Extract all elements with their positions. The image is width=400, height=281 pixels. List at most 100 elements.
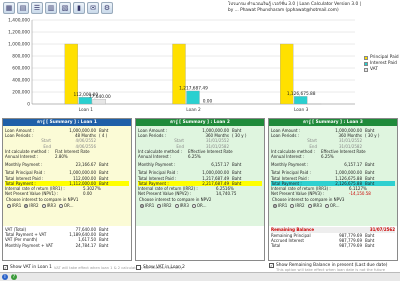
radio-irr2[interactable]: IRR2 xyxy=(157,202,172,209)
radio-irr1[interactable]: IRR1 xyxy=(7,203,21,209)
monthly-payment: 6,157.17 xyxy=(344,162,362,168)
radio-irr3[interactable]: IRR3 xyxy=(307,202,322,209)
checkbox-checked[interactable]: ✓ xyxy=(3,265,8,270)
y-tick-label: 0 xyxy=(27,102,30,108)
option-label: Show VAT in Loan 1 xyxy=(10,265,52,270)
unit: Baht xyxy=(99,180,109,186)
calculator-icon[interactable]: ▦ xyxy=(3,2,15,14)
label: Monthly Payment : xyxy=(138,162,176,168)
periods-years: ( 30 y ) xyxy=(365,133,380,139)
x-tick-label: Loan 1 xyxy=(79,107,94,113)
radio-label: OR... xyxy=(329,202,340,208)
annual-interest: 6.25% xyxy=(321,153,334,159)
unit: Baht xyxy=(99,162,109,168)
unit: Baht xyxy=(232,180,242,186)
y-tick-label: 400,000 xyxy=(12,78,30,84)
radio-label: IRR1 xyxy=(12,202,22,208)
app-title-line2: by ... Phawat Phunsharam (pphawat@hotmai… xyxy=(228,7,339,13)
loan-calculator-window: ▦ ▤ ☰ ▥ ▧ ▮ ✉ ⚙ โปรแกรม คำนวณเงินกู้ เวอ… xyxy=(0,0,400,281)
y-tick-label: 1,000,000 xyxy=(8,42,30,48)
panel-header: ตารู่ [ Summary ] : Loan 1 xyxy=(3,119,131,126)
list-icon[interactable]: ☰ xyxy=(31,2,43,14)
y-tick-label: 1,200,000 xyxy=(8,30,30,36)
spreadsheet-icon[interactable]: ▤ xyxy=(17,2,29,14)
radio-label: IRR2 xyxy=(295,202,305,208)
loan-3-summary-panel: ตารู่ [ Summary ] : Loan 3 Loan Amount :… xyxy=(268,118,398,261)
label: Monthly Payment + VAT xyxy=(5,242,54,248)
label: Annual Interest : xyxy=(5,153,39,159)
status-bar: i ? xyxy=(0,272,400,281)
label: Net Present Value (NPV2) : xyxy=(138,191,192,197)
unit: Baht xyxy=(365,243,375,249)
bar-vat xyxy=(92,99,106,105)
radio-label: IRR3 xyxy=(179,202,189,208)
radio-label: IRR1 xyxy=(145,202,155,208)
radio-label: IRR3 xyxy=(312,202,322,208)
app-title: โปรแกรม คำนวณเงินกู้ เวอร์ชั่น 3.0 | Loa… xyxy=(228,2,398,13)
chart-icon[interactable]: ▮ xyxy=(73,2,85,14)
table-icon[interactable]: ▥ xyxy=(45,2,57,14)
comparison-bar-chart: 0 200,000 400,000 600,000 800,000 1,000,000 1,… xyxy=(8,18,355,113)
unit: Baht xyxy=(99,242,109,248)
remaining-total: 987,779.69 xyxy=(339,243,362,249)
annual-interest: 2.80% xyxy=(55,153,68,159)
vat-section: VAT (Total) 77,640.00 Baht Total Payment +… xyxy=(3,226,131,249)
email-icon[interactable]: ✉ xyxy=(87,2,99,14)
label: Annual Interest : xyxy=(271,153,305,159)
label: Net Present Value (NPV1) : xyxy=(5,191,59,197)
y-tick-label: 800,000 xyxy=(12,54,30,60)
npv-radio-group: IRR1 IRR2 IRR3 OR... xyxy=(138,203,262,209)
data-label: 1,126,675.88 xyxy=(287,91,316,97)
npv-radio-group: IRR1 IRR2 IRR3 OR... xyxy=(5,203,129,209)
radio-irr3[interactable]: IRR3 xyxy=(174,202,189,209)
annual-interest: 6.25% xyxy=(188,153,201,159)
bar-interest-paid xyxy=(294,96,308,105)
panel-header: ตารู่ [ Summary ] : Loan 3 xyxy=(269,119,397,126)
npv-value: 14,740.75 xyxy=(216,191,237,197)
radio-label: IRR3 xyxy=(46,202,56,208)
y-tick-label: 200,000 xyxy=(12,90,30,96)
radio-or[interactable]: OR... xyxy=(58,203,74,209)
radio-irr2[interactable]: IRR2 xyxy=(24,202,39,209)
label: Total xyxy=(271,243,281,249)
settings-icon[interactable]: ⚙ xyxy=(101,2,113,14)
unit: Baht xyxy=(232,162,242,168)
label: Monthly Payment : xyxy=(5,162,43,168)
label: Monthly Payment : xyxy=(271,162,309,168)
help-icon[interactable]: ? xyxy=(11,274,17,280)
radio-label: OR... xyxy=(196,202,207,208)
legend-item-vat: VAT xyxy=(364,67,399,73)
show-vat-loan2-option[interactable]: Show VAT in Loan 2 xyxy=(136,264,185,271)
x-tick-label: Loan 2 xyxy=(186,107,201,113)
radio-label: IRR2 xyxy=(162,202,172,208)
label: Annual Interest : xyxy=(138,153,172,159)
bar-principal-paid xyxy=(172,43,186,105)
radio-or[interactable]: OR... xyxy=(324,202,340,209)
monthly-payment: 6,157.17 xyxy=(211,162,229,168)
x-tick-label: Loan 3 xyxy=(294,107,309,113)
remaining-balance-section: Remaining Balance 31/07/2562 Remaining Pr… xyxy=(269,226,397,250)
data-label: 0.00 xyxy=(203,99,213,105)
radio-label: IRR2 xyxy=(29,202,39,208)
legend-label: VAT xyxy=(370,67,378,72)
info-icon[interactable]: i xyxy=(2,274,8,280)
monthly-plus-vat: 24,784.17 xyxy=(75,242,96,248)
radio-or[interactable]: OR... xyxy=(191,202,207,209)
data-label: 1,217,687.49 xyxy=(179,85,208,91)
chart-legend: Principal Paid Interest Paid VAT xyxy=(364,55,399,73)
unit: Baht xyxy=(365,162,375,168)
y-tick-label: 600,000 xyxy=(12,66,30,72)
loan-1-summary-panel: ตารู่ [ Summary ] : Loan 1 Loan Amount :… xyxy=(2,118,132,261)
npv-radio-group: IRR1 IRR2 IRR3 OR... xyxy=(271,203,395,209)
npv-value: -14,150.58 xyxy=(349,191,371,197)
checkbox[interactable] xyxy=(136,265,141,270)
periods-years: ( 4 ) xyxy=(99,133,108,139)
loan-2-summary-panel: ตารู่ [ Summary ] : Loan 2 Loan Amount :… xyxy=(135,118,265,261)
unit: Baht xyxy=(365,180,375,186)
radio-irr3[interactable]: IRR3 xyxy=(41,202,56,209)
radio-irr1[interactable]: IRR1 xyxy=(140,203,154,209)
radio-irr2[interactable]: IRR2 xyxy=(290,202,305,209)
radio-irr1[interactable]: IRR1 xyxy=(273,203,287,209)
grid-icon[interactable]: ▧ xyxy=(59,2,71,14)
data-label: 77,640.00 xyxy=(89,94,111,100)
